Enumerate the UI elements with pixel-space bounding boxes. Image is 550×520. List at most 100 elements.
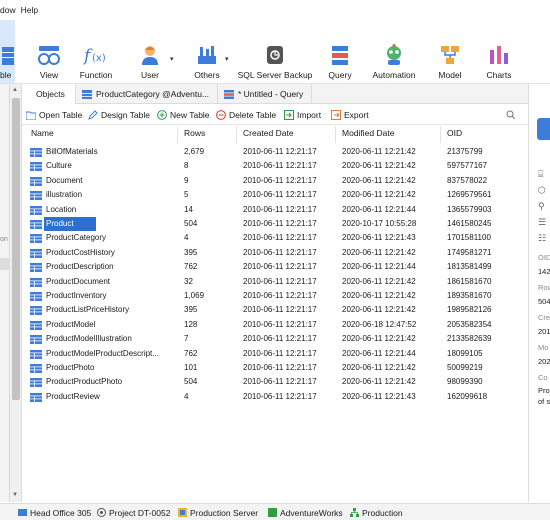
scroll-up-icon[interactable]: ▲ — [12, 87, 18, 93]
table-row[interactable]: ProductPhoto 101 2010-06-11 12:21:17 2020-0… — [22, 361, 528, 375]
ribbon-query-button[interactable]: Query — [325, 20, 355, 83]
scroll-down-icon[interactable]: ▼ — [12, 492, 18, 498]
ribbon-sql-server-backup-button[interactable]: SQL Server Backup — [238, 20, 312, 83]
cell-name: ProductPhoto — [46, 363, 95, 372]
cell-name: ProductModelIllustration — [46, 334, 132, 344]
dependency-icon[interactable]: ☷ — [538, 230, 546, 246]
table-row[interactable]: ProductModelProductDescript... 762 2010-06… — [22, 347, 528, 361]
ribbon-model-button[interactable]: Model — [435, 20, 465, 83]
cell-name: ProductModelProductDescript... — [46, 348, 159, 358]
ribbon-function-button[interactable]: f (x) Function — [76, 20, 116, 83]
navigation-selected-item[interactable] — [0, 258, 10, 270]
others-dropdown-icon[interactable]: ▾ — [225, 55, 229, 63]
cell-rows: 8 — [184, 161, 189, 171]
table-row[interactable]: illustration 5 2010-06-11 12:21:17 2020-06-… — [22, 188, 528, 202]
table-row[interactable]: ProductModel 128 2010-06-11 12:21:17 2020-0… — [22, 318, 528, 332]
design-table-label: Design Table — [101, 110, 150, 120]
cell-name: ProductDocument — [46, 276, 111, 286]
cell-created-date: 2010-06-11 12:21:17 — [243, 161, 317, 171]
table-row[interactable]: Culture 8 2010-06-11 12:21:17 2020-06-11 12… — [22, 159, 528, 173]
table-icon — [30, 335, 42, 345]
table-icon — [30, 292, 42, 301]
general-info-icon[interactable]: ⌸ — [538, 166, 546, 182]
table-row[interactable]: ProductListPriceHistory 395 2010-06-11 12:… — [22, 303, 528, 317]
cell-created-date: 2010-06-11 12:21:17 — [243, 334, 317, 344]
tab-product-category[interactable]: ProductCategory @Adventu... — [76, 84, 218, 104]
ribbon-automation-button[interactable]: Automation — [370, 20, 418, 83]
new-table-button[interactable]: New Table — [157, 108, 210, 122]
automation-icon — [381, 42, 407, 68]
status-connection[interactable]: Production Server — [178, 507, 258, 518]
menu-window[interactable]: dow — [0, 5, 21, 15]
others-icon — [194, 42, 220, 68]
tab-untitled-query[interactable]: * Untitled - Query — [218, 84, 312, 104]
add-icon — [157, 110, 167, 120]
ribbon-query-label: Query — [328, 70, 352, 80]
table-icon — [30, 176, 42, 186]
cell-modified-date: 2020-06-11 12:21:43 — [342, 391, 416, 401]
cell-rows: 101 — [184, 363, 198, 372]
cell-oid: 1813581499 — [447, 262, 492, 272]
status-connection-group[interactable]: Head Office 305 — [18, 507, 91, 518]
cell-created-date: 2010-06-11 12:21:17 — [243, 175, 317, 185]
navigation-scrollbar[interactable]: ▲ ▼ — [10, 84, 22, 502]
navigation-pane-text: on — [0, 236, 8, 243]
ribbon-user-button[interactable]: User — [136, 20, 164, 83]
info-modified-value: 202 — [538, 357, 550, 366]
table-row[interactable]: ProductDescription 762 2010-06-11 12:21:17… — [22, 260, 528, 274]
ribbon-table-button[interactable]: ble — [0, 20, 15, 83]
usage-icon[interactable]: ⚲ — [538, 198, 546, 214]
export-button[interactable]: Export — [331, 108, 369, 122]
table-row[interactable]: ProductReview 4 2010-06-11 12:21:17 2020-06… — [22, 390, 528, 404]
column-oid-header[interactable]: OID — [447, 128, 462, 138]
column-modified-date-header[interactable]: Modified Date — [342, 128, 394, 138]
open-table-button[interactable]: Open Table — [26, 108, 82, 122]
status-schema[interactable]: Production — [350, 507, 403, 518]
table-row[interactable]: ProductDocument 32 2010-06-11 12:21:17 2020… — [22, 275, 528, 289]
column-created-date-header[interactable]: Created Date — [243, 128, 294, 138]
column-name-header[interactable]: Name — [31, 128, 54, 138]
status-project[interactable]: Project DT-0052 — [97, 507, 170, 518]
search-button[interactable] — [506, 108, 519, 122]
menu-help[interactable]: Help — [21, 5, 43, 15]
cell-oid: 1861581670 — [447, 276, 492, 286]
table-row[interactable]: ProductProductPhoto 504 2010-06-11 12:21:1… — [22, 375, 528, 389]
column-rows-header[interactable]: Rows — [184, 128, 205, 138]
table-row[interactable]: ProductCostHistory 395 2010-06-11 12:21:17… — [22, 246, 528, 260]
column-divider[interactable] — [236, 126, 237, 143]
ribbon-charts-label: Charts — [486, 70, 512, 80]
table-row[interactable]: Document 9 2010-06-11 12:21:17 2020-06-11 1… — [22, 174, 528, 188]
tab-objects[interactable]: Objects — [22, 84, 76, 104]
ribbon-charts-button[interactable]: Charts — [484, 20, 514, 83]
svg-text:(x): (x) — [92, 53, 106, 64]
ddl-icon[interactable]: ⬡ — [538, 182, 546, 198]
table-row[interactable]: ProductCategory 4 2010-06-11 12:21:17 2020-… — [22, 231, 528, 245]
table-large-icon — [537, 118, 550, 140]
design-table-button[interactable]: Design Table — [88, 108, 150, 122]
table-row[interactable]: ProductModelIllustration 7 2010-06-11 12:2… — [22, 332, 528, 346]
ribbon-view-button[interactable]: View — [34, 20, 64, 83]
table-header: Name Rows Created Date Modified Date OID — [22, 126, 528, 143]
user-dropdown-icon[interactable]: ▾ — [170, 55, 174, 63]
search-icon — [506, 110, 516, 120]
cell-oid: 1461580245 — [447, 219, 492, 228]
cell-created-date: 2010-06-11 12:21:17 — [243, 348, 317, 358]
import-button[interactable]: Import — [284, 108, 321, 122]
table-row[interactable]: Location 14 2010-06-11 12:21:17 2020-06-11 … — [22, 203, 528, 217]
delete-table-button[interactable]: Delete Table — [216, 108, 276, 122]
column-divider[interactable] — [440, 126, 441, 143]
cell-oid: 1269579561 — [447, 190, 492, 200]
column-divider[interactable] — [177, 126, 178, 143]
scrollbar-thumb[interactable] — [12, 98, 20, 400]
table-row[interactable]: ProductInventory 1,069 2010-06-11 12:21:17… — [22, 289, 528, 303]
cell-oid: 21375799 — [447, 147, 483, 156]
table-row[interactable]: BillOfMaterials 2,679 2010-06-11 12:21:17 2… — [22, 145, 528, 159]
ribbon-others-button[interactable]: Others — [192, 20, 222, 83]
status-database[interactable]: AdventureWorks — [268, 507, 343, 518]
storage-icon[interactable]: ☰ — [538, 214, 546, 230]
cell-modified-date: 2020-06-11 12:21:42 — [342, 377, 416, 387]
column-divider[interactable] — [335, 126, 336, 143]
import-label: Import — [297, 110, 322, 120]
table-row[interactable]: Product 504 2010-06-11 12:21:17 2020-10-17 … — [22, 217, 528, 231]
cell-name: ProductInventory — [46, 291, 107, 300]
